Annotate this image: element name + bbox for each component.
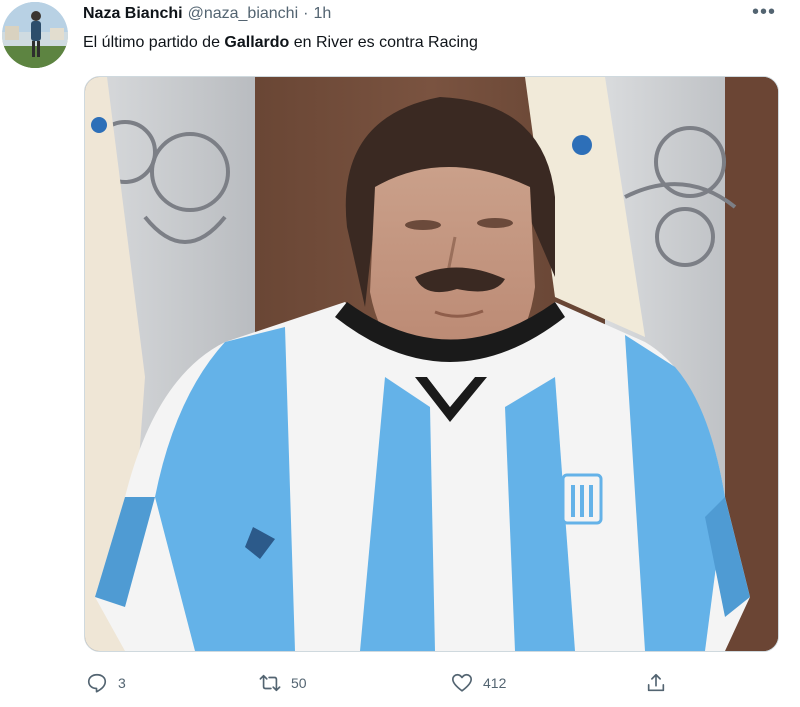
timestamp[interactable]: 1h bbox=[313, 5, 331, 23]
more-options-icon[interactable]: ••• bbox=[748, 2, 780, 26]
avatar[interactable] bbox=[2, 2, 68, 68]
reply-count: 3 bbox=[118, 675, 126, 691]
like-button[interactable]: 412 bbox=[451, 668, 506, 698]
like-count: 412 bbox=[483, 675, 507, 691]
heart-icon bbox=[452, 673, 472, 692]
separator-dot: · bbox=[303, 5, 309, 22]
display-name[interactable]: Naza Bianchi bbox=[83, 5, 183, 23]
reply-icon bbox=[87, 673, 107, 693]
retweet-count: 50 bbox=[291, 675, 307, 691]
share-button[interactable] bbox=[645, 668, 677, 698]
tweet-text-part: El último partido de bbox=[83, 34, 225, 51]
tweet-media-photo[interactable] bbox=[84, 76, 779, 652]
tweet-header: Naza Bianchi @naza_bianchi · 1h bbox=[83, 3, 331, 25]
tweet-actions: 3 50 412 bbox=[0, 668, 800, 698]
retweet-icon bbox=[259, 674, 281, 692]
tweet-card: Naza Bianchi @naza_bianchi · 1h ••• El ú… bbox=[0, 0, 800, 707]
reply-button[interactable]: 3 bbox=[86, 668, 126, 698]
share-icon bbox=[647, 673, 665, 692]
photo-image bbox=[85, 77, 778, 651]
tweet-text: El último partido de Gallardo en River e… bbox=[83, 32, 478, 54]
tweet-text-part: en River es contra Racing bbox=[289, 34, 478, 51]
tweet-text-bold: Gallardo bbox=[224, 34, 290, 51]
retweet-button[interactable]: 50 bbox=[259, 668, 307, 698]
user-handle[interactable]: @naza_bianchi bbox=[188, 5, 299, 23]
